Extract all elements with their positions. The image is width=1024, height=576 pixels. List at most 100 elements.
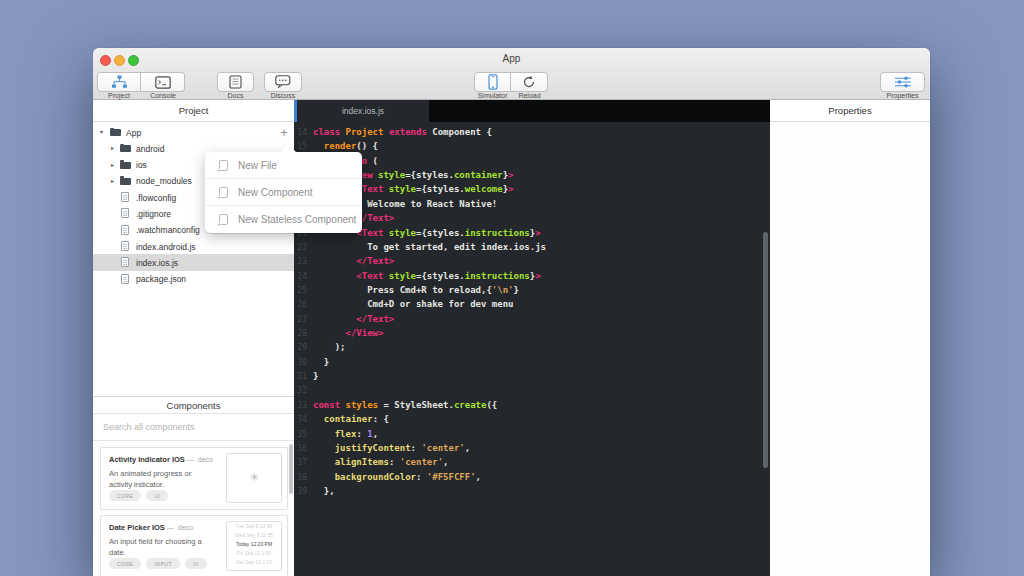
add-file-button[interactable]: + (276, 125, 292, 140)
tree-item-label: ios (136, 160, 147, 170)
new-file-menu: New FileNew ComponentNew Stateless Compo… (205, 152, 362, 233)
console-icon (155, 76, 171, 89)
code-line-text: </Text> (313, 314, 394, 324)
tree-item-package-json[interactable]: package.json (93, 271, 294, 287)
chevron-right-icon[interactable]: ▸ (111, 161, 114, 168)
line-number: 23 (294, 257, 307, 266)
code-line-text: Press Cmd+R to reload,{'\n'} (313, 285, 519, 295)
code-line-text: backgroundColor: '#F5FCFF', (313, 472, 481, 482)
code-line: 23 </Text> (294, 256, 770, 270)
code-line: 38 backgroundColor: '#F5FCFF', (294, 472, 770, 486)
component-card-description: An animated progress or activity indicat… (109, 469, 213, 490)
code-line: 16 return ( (294, 156, 770, 170)
chevron-right-icon[interactable]: ▸ (111, 177, 114, 184)
component-preview: Tue Sep 8 10 45Wed Sep 9 11 55Today 12 2… (226, 521, 282, 571)
components-panel-header: Components (93, 396, 294, 414)
project-panel-header: Project (93, 100, 294, 122)
component-card-activity-indicator-ios[interactable]: Activity Indicator IOS — decoAn animated… (100, 447, 288, 510)
tree-item-label: android (136, 144, 164, 154)
code-line-text: class Project extends Component { (313, 127, 492, 137)
folder-icon (120, 178, 131, 185)
tree-item-label: .flowconfig (136, 193, 176, 203)
code-line-text: } (313, 371, 318, 381)
console-button-label: Console (141, 92, 185, 99)
docs-button[interactable] (217, 72, 254, 92)
menu-item-new-component[interactable]: New Component (205, 179, 362, 206)
tree-item-index-ios-js[interactable]: index.ios.js (93, 254, 294, 270)
properties-icon (894, 76, 912, 88)
tree-item-index-android-js[interactable]: index.android.js (93, 238, 294, 254)
project-button[interactable] (97, 72, 141, 92)
code-line: 18 <Text style={styles.welcome}> (294, 184, 770, 198)
editor-scrollbar[interactable] (763, 232, 768, 468)
component-card-author: — deco (187, 456, 213, 463)
code-line-text: ); (313, 342, 346, 352)
tab-index-ios-js[interactable]: index.ios.js (297, 100, 429, 122)
code-line: 29 ); (294, 342, 770, 356)
component-card-tags: CORE UI (109, 490, 168, 501)
tree-item-label: package.json (136, 274, 186, 284)
properties-button[interactable] (880, 72, 925, 92)
code-area[interactable]: 14 class Project extends Component { 15 re… (294, 127, 770, 500)
file-icon (121, 225, 129, 235)
file-icon (121, 257, 129, 267)
code-line: 15 render() { (294, 141, 770, 155)
line-number: 14 (294, 128, 307, 137)
line-number: 37 (294, 458, 307, 467)
line-number: 27 (294, 315, 307, 324)
date-picker-row: Wed Sep 9 11 55 (227, 531, 281, 540)
tree-item-App[interactable]: ▾ App + (93, 124, 294, 140)
code-line: 19 Welcome to React Native! (294, 199, 770, 213)
editor-tab-bar: index.ios.js (294, 100, 770, 122)
code-line: 17 <View style={styles.container}> (294, 170, 770, 184)
folder-icon (120, 145, 131, 152)
chevron-right-icon[interactable]: ▸ (111, 144, 114, 151)
reload-button[interactable] (511, 72, 548, 92)
code-line: 30 } (294, 357, 770, 371)
code-line: 27 </Text> (294, 314, 770, 328)
folder-icon (110, 129, 121, 136)
chevron-down-icon[interactable]: ▾ (100, 128, 103, 135)
component-card-date-picker-ios[interactable]: Date Picker IOS — decoAn input field for… (100, 515, 288, 576)
code-line: 14 class Project extends Component { (294, 127, 770, 141)
code-line-text: </View> (313, 328, 383, 338)
code-line-text: justifyContent: 'center', (313, 443, 470, 453)
tree-item-label: App (126, 128, 141, 138)
code-line: 21 <Text style={styles.instructions}> (294, 228, 770, 242)
menu-item-new-stateless-component[interactable]: New Stateless Component (205, 206, 362, 233)
line-number: 24 (294, 272, 307, 281)
console-button[interactable] (141, 72, 185, 92)
docs-icon (229, 75, 242, 89)
tag-ui: UI (185, 558, 207, 569)
properties-button-label: Properties (880, 92, 925, 99)
tag-core: CORE (109, 490, 141, 501)
menu-item-new-file[interactable]: New File (205, 152, 362, 179)
reload-icon (522, 75, 536, 89)
file-icon (121, 208, 129, 218)
component-card-description: An input field for choosing a date. (109, 537, 213, 558)
simulator-button-label: Simulator (474, 92, 511, 99)
tag-ui: UI (146, 490, 168, 501)
reload-button-label: Reload (511, 92, 548, 99)
code-line-text: flex: 1, (313, 429, 378, 439)
code-line-text: } (313, 357, 329, 367)
line-number: 25 (294, 286, 307, 295)
code-line-text: alignItems: 'center', (313, 457, 449, 467)
components-scrollbar[interactable] (289, 444, 293, 494)
code-line: 37 alignItems: 'center', (294, 457, 770, 471)
date-picker-row: Sat Sep 12 2 15 (227, 558, 281, 567)
code-line-text: }, (313, 486, 335, 496)
folder-icon (120, 162, 131, 169)
code-line: 35 flex: 1, (294, 429, 770, 443)
discuss-button[interactable] (264, 72, 302, 92)
line-number: 34 (294, 415, 307, 424)
components-search-input[interactable]: Search all components (93, 414, 294, 441)
line-number: 29 (294, 343, 307, 352)
date-picker-row: Today 12 20 PM (227, 540, 281, 549)
discuss-button-label: Discuss (264, 92, 302, 99)
file-icon (121, 274, 129, 284)
code-line-text: </Text> (313, 256, 394, 266)
simulator-button[interactable] (474, 72, 511, 92)
component-preview: ✳ (226, 453, 282, 503)
component-card-author: — deco (167, 524, 193, 531)
